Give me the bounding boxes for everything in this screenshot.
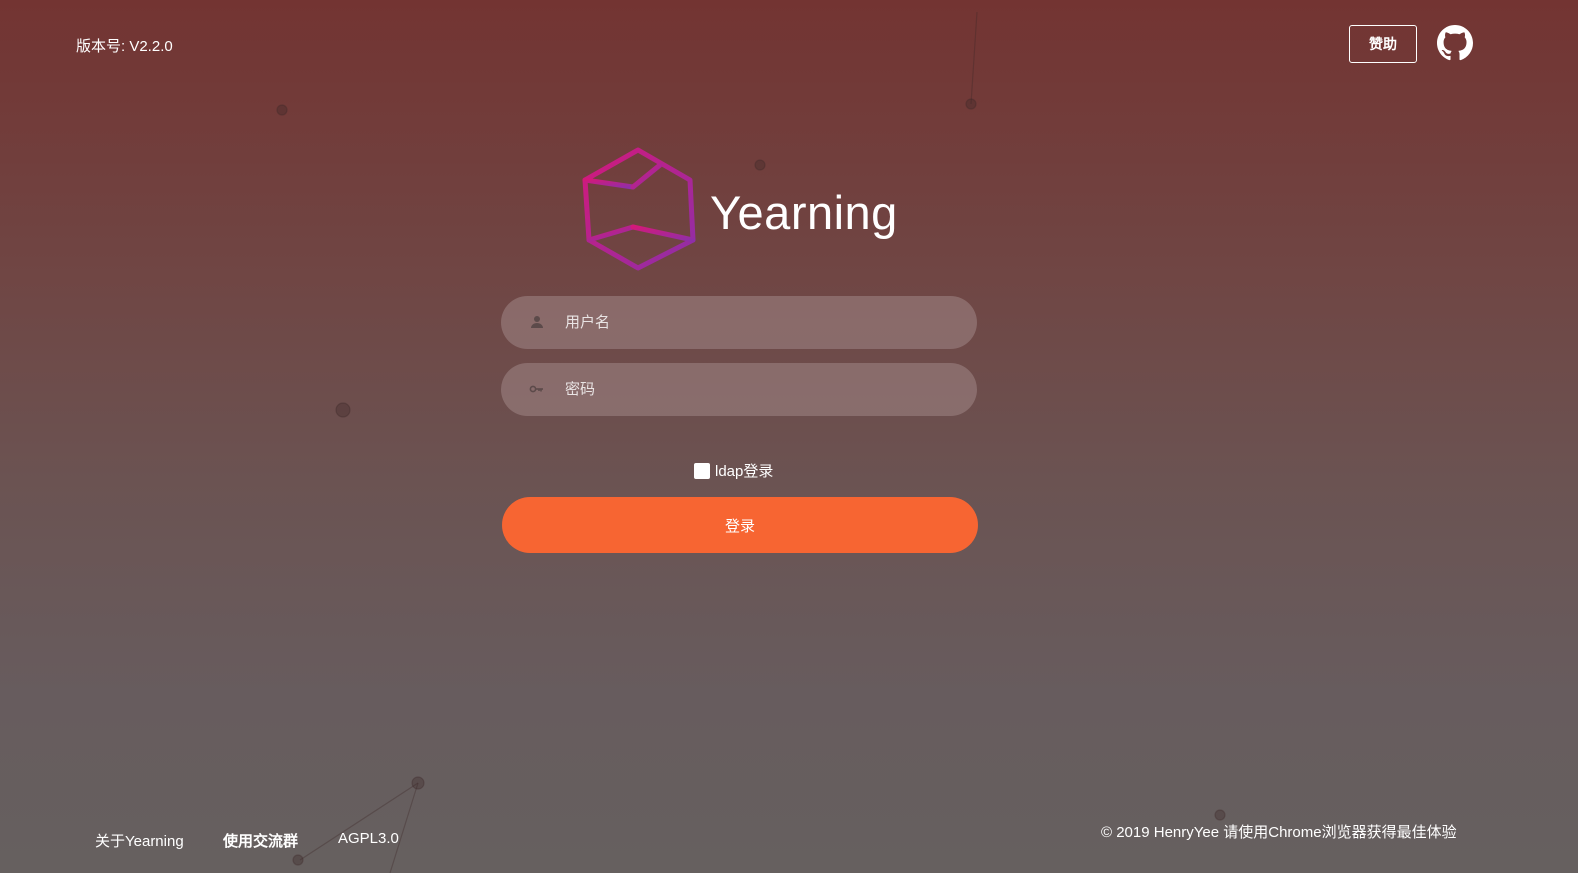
user-icon <box>531 316 543 328</box>
ldap-login-label: ldap登录 <box>715 463 774 480</box>
username-input[interactable] <box>565 296 955 349</box>
key-icon <box>529 385 543 393</box>
hexagon-cube-logo <box>582 147 696 271</box>
background-network-lines <box>276 11 1226 873</box>
github-icon[interactable] <box>1437 25 1473 61</box>
checkbox-box[interactable] <box>694 462 710 479</box>
brand-name: Yearning <box>710 186 898 239</box>
footer-link-about[interactable]: 关于Yearning <box>95 830 184 851</box>
copyright-text: © 2019 HenryYee 请使用Chrome浏览器获得最佳体验 <box>1101 824 1457 841</box>
footer-link-community-group[interactable]: 使用交流群 <box>223 830 298 851</box>
footer-link-license[interactable]: AGPL3.0 <box>338 830 399 847</box>
version-label: 版本号: V2.2.0 <box>76 38 173 55</box>
username-field[interactable] <box>501 296 977 349</box>
password-field[interactable] <box>501 363 977 416</box>
ldap-login-checkbox[interactable]: ldap登录 <box>694 460 773 481</box>
password-input[interactable] <box>565 363 955 416</box>
donate-button[interactable]: 赞助 <box>1349 25 1417 63</box>
login-button[interactable]: 登录 <box>502 497 978 553</box>
